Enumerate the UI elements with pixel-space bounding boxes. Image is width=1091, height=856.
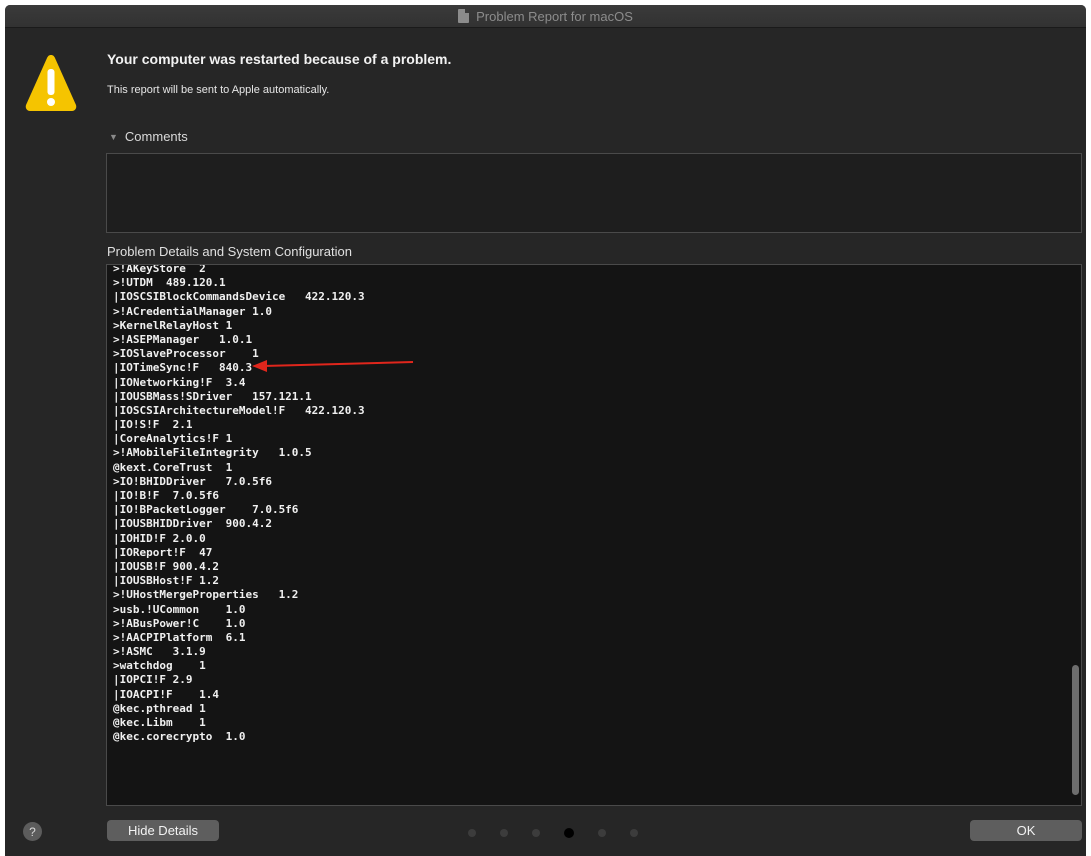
details-line: @kec.corecrypto 1.0 bbox=[113, 730, 246, 744]
details-line: >!AACPIPlatform 6.1 bbox=[113, 630, 246, 644]
page-dot[interactable] bbox=[630, 829, 638, 837]
comments-label: Comments bbox=[124, 129, 188, 144]
page-indicator bbox=[468, 828, 662, 838]
warning-triangle-icon bbox=[25, 55, 77, 111]
page-dot[interactable] bbox=[500, 829, 508, 837]
details-line: |IOUSB!F 900.4.2 bbox=[113, 559, 219, 573]
hide-details-button[interactable]: Hide Details bbox=[107, 820, 219, 841]
details-label: Problem Details and System Configuration bbox=[107, 244, 352, 259]
details-line: |IOReport!F 47 bbox=[113, 545, 213, 559]
details-line: @kext.CoreTrust 1 bbox=[113, 460, 233, 474]
page-dot-active[interactable] bbox=[564, 828, 574, 838]
details-line: >!ASMC 3.1.9 bbox=[113, 645, 206, 659]
problem-report-window: Problem Report for macOS Your computer w… bbox=[5, 5, 1086, 856]
page-dot[interactable] bbox=[468, 829, 476, 837]
details-line: |IOTimeSync!F 840.3 bbox=[113, 361, 253, 375]
details-line: |IOUSBHost!F 1.2 bbox=[113, 574, 219, 588]
details-line: >!UHostMergeProperties 1.2 bbox=[113, 588, 299, 602]
details-line: |IOPCI!F 2.9 bbox=[113, 673, 193, 687]
details-line: |IOSCSIBlockCommandsDevice 422.120.3 bbox=[113, 290, 365, 304]
comments-textarea[interactable] bbox=[106, 153, 1082, 233]
help-button[interactable]: ? bbox=[23, 822, 42, 841]
details-line: >IOSlaveProcessor 1 bbox=[113, 347, 259, 361]
details-lines: >!AKeyStore 2 >!UTDM 489.120.1 |IOSCSIBloc… bbox=[113, 264, 365, 744]
details-line: >!ACredentialManager 1.0 bbox=[113, 304, 272, 318]
details-line: |IO!B!F 7.0.5f6 bbox=[113, 489, 219, 502]
details-line: >usb.!UCommon 1.0 bbox=[113, 602, 246, 616]
help-icon: ? bbox=[29, 824, 36, 839]
details-line: |IO!BPacketLogger 7.0.5f6 bbox=[113, 503, 299, 517]
details-line: |IOHID!F 2.0.0 bbox=[113, 531, 206, 545]
details-text-area[interactable]: >!AKeyStore 2 >!UTDM 489.120.1 |IOSCSIBloc… bbox=[106, 264, 1082, 806]
page-dot[interactable] bbox=[532, 829, 540, 837]
details-line: |CoreAnalytics!F 1 bbox=[113, 432, 233, 446]
ok-button[interactable]: OK bbox=[970, 820, 1082, 841]
details-line: >!AKeyStore 2 bbox=[113, 264, 206, 275]
details-line: >IO!BHIDDriver 7.0.5f6 bbox=[113, 474, 272, 488]
details-scrollbar[interactable] bbox=[1072, 665, 1079, 795]
document-icon bbox=[458, 9, 470, 23]
details-line: |IOSCSIArchitectureModel!F 422.120.3 bbox=[113, 403, 365, 417]
page-heading: Your computer was restarted because of a… bbox=[107, 51, 452, 67]
details-line: >!ASEPManager 1.0.1 bbox=[113, 332, 253, 346]
details-line: >!UTDM 489.120.1 bbox=[113, 276, 226, 290]
details-line: @kec.pthread 1 bbox=[113, 701, 206, 715]
comments-disclosure[interactable]: ▼ Comments bbox=[109, 129, 188, 144]
details-line: >KernelRelayHost 1 bbox=[113, 318, 233, 332]
disclosure-triangle-icon: ▼ bbox=[109, 131, 118, 142]
details-line: |IO!S!F 2.1 bbox=[113, 418, 193, 432]
details-line: >!AMobileFileIntegrity 1.0.5 bbox=[113, 446, 312, 460]
page-subtext: This report will be sent to Apple automa… bbox=[107, 84, 330, 96]
details-line: >watchdog 1 bbox=[113, 659, 206, 673]
details-line: |IONetworking!F 3.4 bbox=[113, 375, 246, 389]
page-dot[interactable] bbox=[598, 829, 606, 837]
details-line: |IOUSBMass!SDriver 157.121.1 bbox=[113, 389, 312, 403]
details-line: >!ABusPower!C 1.0 bbox=[113, 616, 246, 630]
window-title: Problem Report for macOS bbox=[476, 8, 633, 24]
details-line: |IOACPI!F 1.4 bbox=[113, 687, 219, 701]
details-line: |IOUSBHIDDriver 900.4.2 bbox=[113, 517, 272, 531]
title-bar: Problem Report for macOS bbox=[5, 5, 1086, 28]
details-line: @kec.Libm 1 bbox=[113, 716, 206, 729]
